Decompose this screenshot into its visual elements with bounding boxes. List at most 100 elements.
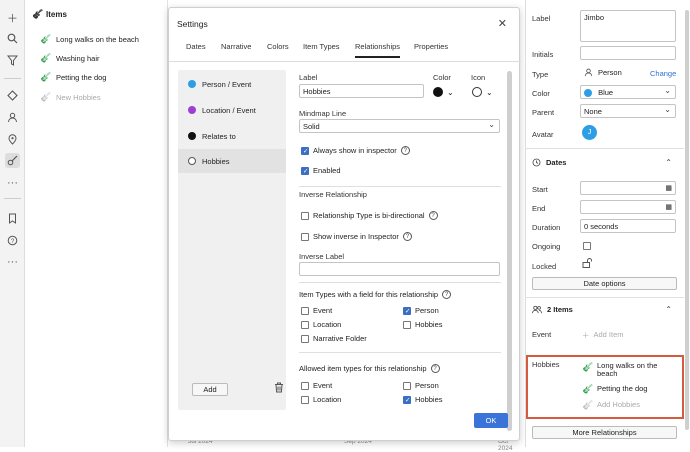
- ok-button[interactable]: OK: [474, 413, 508, 428]
- section-title: Dates: [546, 158, 567, 167]
- field-label: Parent: [532, 108, 555, 117]
- inverse-label-input[interactable]: [299, 262, 500, 276]
- change-type-link[interactable]: Change: [650, 69, 676, 78]
- chevron-up-icon[interactable]: ⌃: [665, 158, 672, 167]
- duration-input[interactable]: 0 seconds: [580, 219, 676, 233]
- divider: [299, 282, 501, 283]
- bookmark-icon[interactable]: [5, 211, 20, 226]
- checkbox-label: Hobbies: [415, 395, 443, 404]
- list-item[interactable]: 🎸︎ Petting the dog: [40, 72, 106, 83]
- tab-colors[interactable]: Colors: [267, 42, 289, 51]
- color-dot: [188, 132, 196, 140]
- chevron-up-icon[interactable]: ⌃: [665, 305, 672, 314]
- relationship-label: Relates to: [202, 131, 236, 141]
- more-relationships-button[interactable]: More Relationships: [532, 426, 677, 439]
- color-swatch: [584, 89, 592, 98]
- list-item[interactable]: 🎸︎ Washing hair: [40, 53, 100, 64]
- guitar-icon: 🎸︎: [582, 362, 594, 372]
- settings-tabs: Dates Narrative Colors Item Types Relati…: [169, 40, 521, 62]
- add-item-button[interactable]: ＋ Add Item: [582, 330, 624, 341]
- bidirectional-checkbox[interactable]: Relationship Type is bi-directional ?: [301, 211, 438, 220]
- inspector-scrollbar[interactable]: [685, 10, 689, 430]
- help-icon[interactable]: ?: [430, 364, 440, 373]
- initials-input[interactable]: [580, 46, 676, 60]
- mindmap-value: Solid: [303, 122, 320, 131]
- date-options-button[interactable]: Date options: [532, 277, 677, 290]
- start-date-input[interactable]: ▦: [580, 181, 676, 195]
- always-show-checkbox[interactable]: Always show in inspector ?: [301, 146, 410, 155]
- unlock-icon[interactable]: [582, 258, 593, 270]
- mindmap-select[interactable]: Solid ⌄: [299, 119, 500, 133]
- dates-section-header[interactable]: Dates: [532, 158, 566, 167]
- tab-relationships[interactable]: Relationships: [355, 42, 401, 58]
- checkbox-label: Person: [415, 381, 439, 390]
- label-input[interactable]: Jimbo: [580, 10, 676, 42]
- location-pin-icon[interactable]: [5, 132, 20, 147]
- allowed-type-checkbox[interactable]: Event: [301, 381, 332, 390]
- chevron-down-icon: ⌄: [486, 87, 493, 97]
- allowed-type-checkbox[interactable]: Hobbies: [403, 395, 443, 404]
- diamond-icon[interactable]: [5, 88, 20, 103]
- relationship-item[interactable]: Person / Event: [178, 72, 286, 96]
- help-icon[interactable]: ?: [402, 232, 412, 241]
- tab-item-types[interactable]: Item Types: [303, 42, 340, 51]
- checkbox-box: [403, 381, 411, 390]
- help-icon[interactable]: ?: [400, 146, 410, 155]
- avatar[interactable]: J: [582, 125, 597, 140]
- field-type-checkbox[interactable]: Event: [301, 306, 332, 315]
- relationship-item-selected[interactable]: Hobbies: [178, 149, 286, 173]
- checkbox-box: [403, 320, 411, 329]
- enabled-checkbox[interactable]: Enabled: [301, 166, 341, 175]
- label-input[interactable]: Hobbies: [299, 84, 424, 98]
- checkbox-box: [301, 306, 309, 315]
- filter-icon[interactable]: [5, 53, 20, 68]
- calendar-icon[interactable]: ▦: [665, 203, 672, 211]
- field-type-checkbox[interactable]: Person: [403, 306, 439, 315]
- items-section-header[interactable]: 2 Items: [532, 305, 573, 314]
- list-item[interactable]: 🎸︎ Long walks on the beach: [40, 34, 139, 45]
- plus-icon[interactable]: ＋: [5, 10, 20, 25]
- tab-properties[interactable]: Properties: [414, 42, 448, 51]
- guitar-icon: 🎸︎: [582, 384, 594, 394]
- allowed-type-checkbox[interactable]: Location: [301, 395, 341, 404]
- calendar-icon[interactable]: ▦: [665, 184, 672, 192]
- tab-dates[interactable]: Dates: [186, 42, 206, 51]
- trash-icon[interactable]: [274, 382, 284, 396]
- ongoing-checkbox[interactable]: [583, 242, 591, 250]
- dialog-title: Settings: [177, 19, 208, 29]
- dialog-scrollbar[interactable]: [507, 71, 512, 431]
- person-icon[interactable]: [5, 110, 20, 125]
- checkbox-label: Show inverse in Inspector: [313, 232, 399, 241]
- field-type-checkbox[interactable]: Location: [301, 320, 341, 329]
- color-picker[interactable]: ⌄: [433, 87, 454, 97]
- help-icon[interactable]: ?: [428, 211, 438, 220]
- help-icon[interactable]: ?: [442, 290, 452, 299]
- items-panel-header: 🎸︎ Items: [32, 9, 67, 20]
- parent-select[interactable]: None ⌄: [580, 104, 676, 118]
- end-date-input[interactable]: ▦: [580, 200, 676, 214]
- relationship-item[interactable]: Location / Event: [178, 98, 286, 122]
- add-hobbies-button[interactable]: 🎸︎ Add Hobbies: [582, 400, 640, 411]
- relationship-item[interactable]: Relates to: [178, 124, 286, 148]
- guitar-icon[interactable]: [5, 153, 20, 168]
- chevron-down-icon: ⌄: [488, 120, 495, 129]
- hobby-item[interactable]: 🎸︎ Long walks on the beach: [582, 362, 678, 378]
- help-icon[interactable]: ?: [5, 233, 20, 248]
- checkbox-label: Event: [313, 306, 333, 315]
- field-type-checkbox[interactable]: Hobbies: [403, 320, 443, 329]
- close-icon[interactable]: ✕: [498, 17, 507, 30]
- field-type-checkbox[interactable]: Narrative Folder: [301, 334, 367, 343]
- hobby-item[interactable]: 🎸︎ Petting the dog: [582, 384, 647, 395]
- icon-picker[interactable]: ⌄: [472, 87, 493, 97]
- add-relationship-button[interactable]: Add: [192, 383, 228, 396]
- field-label: Hobbies: [532, 360, 560, 369]
- more-icon[interactable]: ···: [5, 254, 20, 269]
- show-inverse-checkbox[interactable]: Show inverse in Inspector ?: [301, 232, 412, 241]
- search-icon[interactable]: [5, 31, 20, 46]
- color-select[interactable]: Blue ⌄: [580, 85, 676, 99]
- tab-narrative[interactable]: Narrative: [221, 42, 251, 51]
- new-item-button[interactable]: 🎸︎ New Hobbies: [40, 92, 101, 103]
- list-item-label: Washing hair: [56, 54, 100, 63]
- more-icon[interactable]: ···: [5, 175, 20, 190]
- allowed-type-checkbox[interactable]: Person: [403, 381, 439, 390]
